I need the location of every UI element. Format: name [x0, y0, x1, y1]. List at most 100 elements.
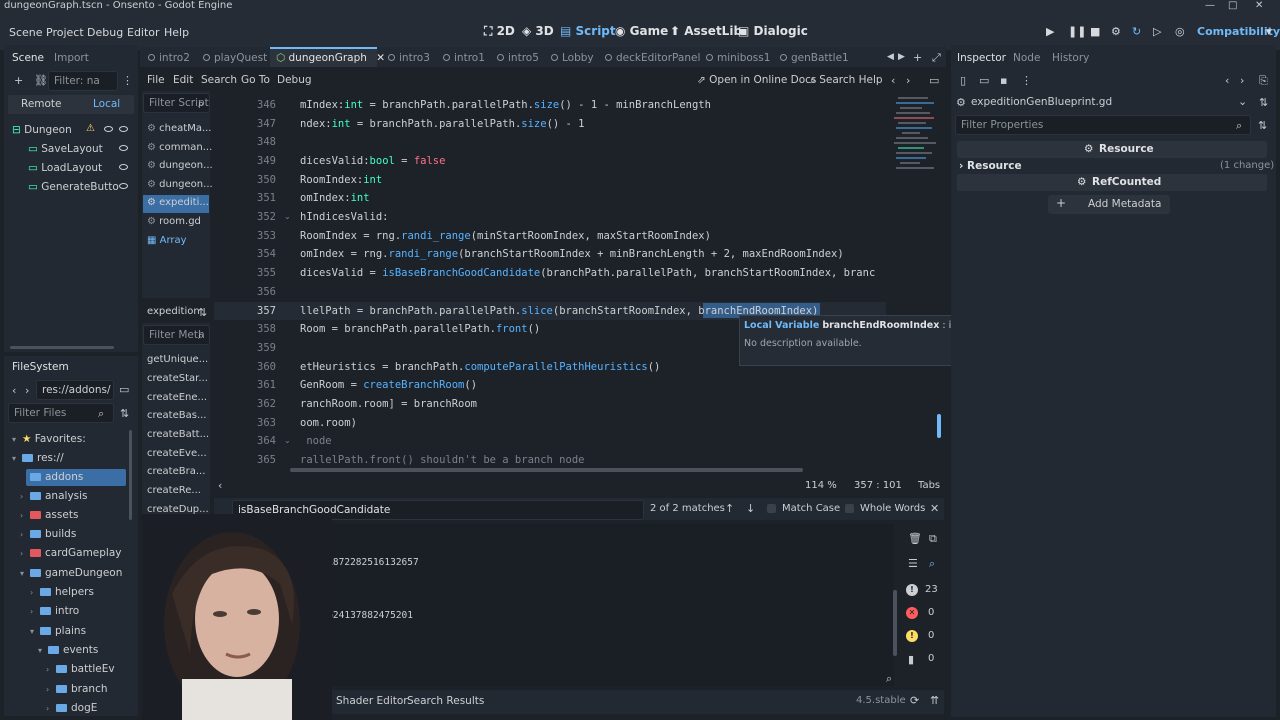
movie-icon[interactable]: ◎ [1175, 25, 1185, 38]
remote-button[interactable]: Remote [21, 98, 62, 110]
code-line[interactable]: hIndicesValid: [300, 211, 389, 223]
method-item[interactable]: createBra... [147, 466, 205, 477]
close-icon[interactable]: ✕ [1255, 0, 1263, 11]
copy-output-icon[interactable]: ⧉ [929, 532, 937, 546]
code-line[interactable]: node [300, 435, 331, 447]
vertical-scrollbar-thumb[interactable] [937, 414, 941, 438]
tab-import[interactable]: Import [54, 52, 89, 64]
tab-deckeditorpanel[interactable]: deckEditorPanel [605, 52, 700, 64]
filter-properties-input[interactable]: Filter Properties [955, 115, 1251, 135]
play-scene-icon[interactable]: ▷ [1153, 25, 1161, 38]
minimize-icon[interactable]: — [1205, 0, 1215, 11]
script-menu-file[interactable]: File [147, 74, 165, 86]
history-forward-icon[interactable]: › [1240, 74, 1244, 87]
code-line[interactable]: oom.room) [300, 417, 357, 429]
fs-item[interactable]: › battleEv [46, 663, 115, 675]
path-field[interactable]: res://addons/ [36, 380, 114, 400]
scene-node-item[interactable]: ▭ GenerateButto [28, 181, 119, 193]
script-menu-search[interactable]: Search [201, 74, 237, 86]
code-line[interactable]: RoomIndex = rng.randi_range(minStartRoom… [300, 230, 711, 242]
remote-debug-icon[interactable]: ⚙ [1111, 25, 1121, 38]
tab-playquest[interactable]: playQuest [203, 52, 267, 64]
horizontal-scrollbar-thumb[interactable] [290, 468, 803, 472]
forward-icon[interactable]: › [25, 384, 29, 397]
close-tab-icon[interactable]: ✕ [376, 52, 385, 64]
workspace-script[interactable]: ▤ Script [560, 24, 616, 38]
method-item[interactable]: createBas... [147, 410, 206, 421]
object-history-icon[interactable]: ⎘ [1259, 74, 1268, 88]
clear-output-icon[interactable]: 🗑 [908, 532, 922, 545]
method-item[interactable]: createRe... [147, 485, 201, 496]
code-line[interactable]: omIndex = rng.randi_range(branchStartRoo… [300, 248, 844, 260]
previous-match-icon[interactable]: ↑ [725, 502, 734, 515]
code-line[interactable]: dicesValid = isBaseBranchGoodCandidate(b… [300, 267, 875, 279]
stop-icon[interactable]: ■ [1090, 25, 1100, 38]
scroll-tabs-right-icon[interactable]: ▶ [898, 52, 905, 62]
fs-item[interactable]: › cardGameplay [20, 547, 122, 559]
tab-intro2[interactable]: intro2 [148, 52, 190, 64]
fs-item[interactable]: › builds [20, 528, 76, 540]
script-item[interactable]: ⚙ dungeon... [147, 179, 213, 190]
new-resource-icon[interactable]: ▯ [960, 74, 966, 87]
method-item[interactable]: getUnique... [147, 354, 208, 365]
fs-item[interactable]: › intro [30, 605, 79, 617]
script-menu-debug[interactable]: Debug [277, 74, 312, 86]
distraction-free-icon[interactable]: ⤢ [932, 51, 941, 65]
split-view-icon[interactable]: ▭ [119, 383, 129, 396]
horizontal-scrollbar[interactable] [10, 346, 114, 349]
scene-node-item[interactable]: ▭ LoadLayout [28, 162, 102, 174]
tab-shader-editor[interactable]: Shader Editor [336, 695, 408, 707]
history-forward-icon[interactable]: › [906, 74, 910, 87]
load-resource-icon[interactable]: ▭ [979, 74, 989, 87]
fs-item-addons[interactable]: addons [30, 471, 83, 483]
fs-item[interactable]: › branch [46, 683, 108, 695]
tab-intro5[interactable]: intro5 [497, 52, 539, 64]
warnings-filter-icon[interactable]: ! [906, 630, 918, 642]
tab-dungeongraph[interactable]: ⬡ dungeonGraph ✕ [276, 52, 385, 64]
menu-debug[interactable]: Debug [87, 26, 123, 39]
visibility-eye-icon[interactable] [119, 183, 128, 189]
code-line[interactable]: rallelPath.front() shouldn't be a branch… [300, 454, 584, 466]
fs-root[interactable]: ▾ res:// [12, 452, 64, 464]
add-node-icon[interactable]: + [14, 74, 23, 87]
workspace-2d[interactable]: ⛶ 2D [484, 24, 515, 39]
code-line[interactable]: ranchRoom.room] = branchRoom [300, 398, 477, 410]
history-back-icon[interactable]: ‹ [1225, 74, 1229, 87]
script-item[interactable]: ⚙ comman... [147, 142, 212, 153]
expand-panel-icon[interactable]: ⇈ [930, 694, 939, 707]
tab-history[interactable]: History [1052, 52, 1089, 64]
section-refcounted[interactable]: ⚙ RefCounted [957, 174, 1267, 191]
fs-item[interactable]: ▾ gameDungeon [20, 567, 122, 579]
menu-editor[interactable]: Editor [127, 26, 160, 39]
favorites-item[interactable]: ▾ ★ Favorites: [12, 433, 86, 445]
visibility-eye-icon[interactable] [119, 126, 128, 132]
fs-item[interactable]: › assets [20, 509, 78, 521]
scene-filter-input[interactable]: Filter: na [48, 71, 118, 91]
tab-intro3[interactable]: intro3 [388, 52, 430, 64]
tab-inspector[interactable]: Inspector [957, 52, 1006, 64]
local-button[interactable]: Local [93, 98, 120, 110]
tab-genbattle1[interactable]: genBattle1 [780, 52, 849, 64]
errors-filter-icon[interactable]: ✕ [906, 607, 918, 619]
sort-icon[interactable]: ⇅ [198, 306, 207, 319]
next-match-icon[interactable]: ↓ [746, 502, 755, 515]
fs-item[interactable]: › analysis [20, 490, 88, 502]
menu-project[interactable]: Project [46, 26, 84, 39]
workspace-3d[interactable]: ◈ 3D [522, 24, 554, 38]
search-help-button[interactable]: ⌕ Search Help [810, 74, 883, 87]
history-back-icon[interactable]: ‹ [891, 74, 895, 87]
tab-lobby[interactable]: Lobby [551, 52, 594, 64]
add-metadata-button[interactable]: + Add Metadata [1048, 195, 1170, 214]
collapse-icon[interactable]: ☰ [908, 557, 918, 570]
fs-item[interactable]: ▾ plains [30, 625, 86, 637]
close-find-icon[interactable]: ✕ [930, 502, 939, 515]
editor-messages-filter-icon[interactable]: ▮ [908, 653, 914, 666]
menu-scene[interactable]: Scene [9, 26, 43, 39]
tab-search-results[interactable]: Search Results [407, 695, 484, 707]
save-resource-icon[interactable]: ▪ [1000, 74, 1007, 87]
more-icon[interactable]: ⋮ [122, 74, 133, 87]
match-case-checkbox[interactable] [767, 504, 776, 513]
messages-filter-icon[interactable]: ! [906, 584, 918, 596]
pause-icon[interactable]: ❚❚ [1068, 25, 1086, 38]
tab-miniboss1[interactable]: miniboss1 [706, 52, 770, 64]
